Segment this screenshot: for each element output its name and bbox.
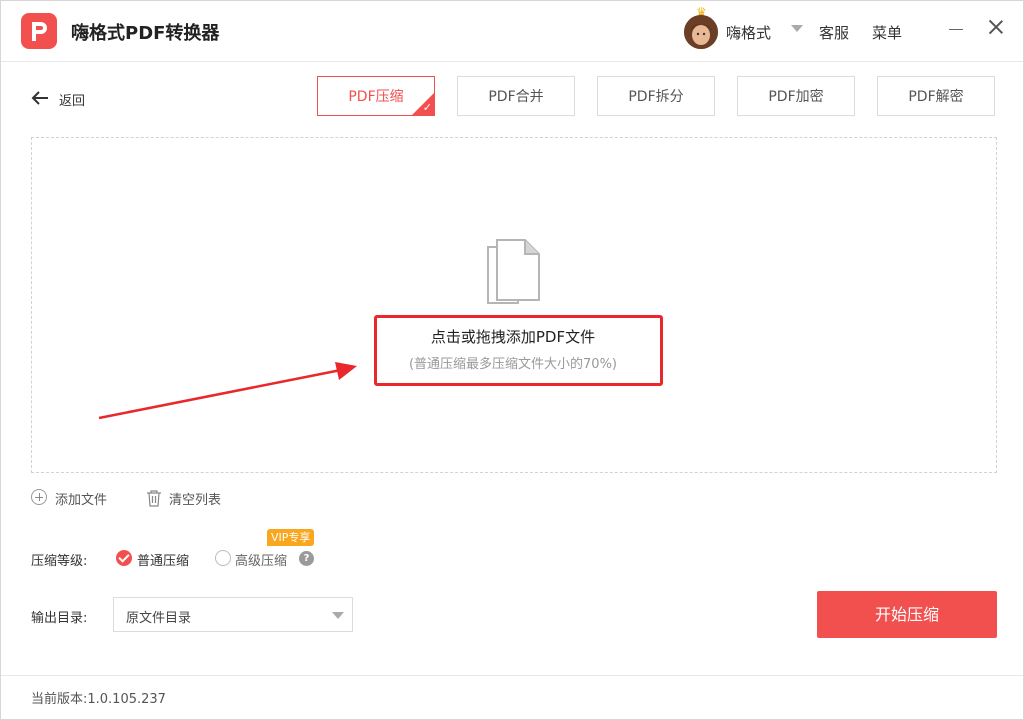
start-compress-button[interactable]: 开始压缩 — [817, 591, 997, 638]
title-bar: 嗨格式PDF转换器 ♛ 嗨格式 客服 菜单 — [1, 1, 1023, 62]
vip-badge: VIP专享 — [267, 529, 315, 546]
document-icon — [487, 239, 540, 304]
close-icon[interactable] — [987, 18, 1005, 36]
tab-pdf-compress[interactable]: PDF压缩 ✓ — [317, 76, 435, 116]
back-label: 返回 — [59, 94, 86, 109]
advanced-compression-radio[interactable] — [215, 550, 231, 566]
normal-compression-radio[interactable] — [116, 550, 132, 566]
chevron-down-icon — [332, 612, 344, 619]
tab-pdf-encrypt[interactable]: PDF加密 — [737, 76, 855, 116]
version-text: 当前版本:1.0.105.237 — [31, 692, 166, 707]
output-directory-select[interactable]: 原文件目录 — [113, 597, 353, 632]
tab-label: PDF合并 — [488, 89, 544, 105]
check-icon: ✓ — [422, 101, 432, 114]
customer-service-link[interactable]: 客服 — [819, 22, 849, 43]
avatar[interactable] — [684, 15, 718, 49]
clear-list-label: 清空列表 — [169, 493, 222, 508]
minimize-icon[interactable] — [949, 29, 963, 30]
tab-pdf-decrypt[interactable]: PDF解密 — [877, 76, 995, 116]
trash-icon — [147, 490, 161, 507]
app-window: 嗨格式PDF转换器 ♛ 嗨格式 客服 菜单 返回 PDF压缩 ✓ PDF合并 P… — [0, 0, 1024, 720]
user-dropdown-icon[interactable] — [791, 25, 803, 32]
output-directory-label: 输出目录: — [31, 611, 88, 626]
advanced-compression-label[interactable]: 高级压缩 — [235, 550, 287, 569]
drop-prompt-title[interactable]: 点击或拖拽添加PDF文件 — [1, 326, 1024, 347]
compression-level-label: 压缩等级: — [31, 554, 88, 569]
tab-label: PDF压缩 — [348, 89, 404, 105]
app-logo-icon — [21, 13, 57, 49]
plus-circle-icon — [31, 489, 47, 505]
arrow-left-icon — [31, 91, 48, 105]
tab-label: PDF解密 — [908, 89, 964, 105]
tab-pdf-split[interactable]: PDF拆分 — [597, 76, 715, 116]
annotation-arrow-icon — [98, 362, 357, 420]
output-directory-value: 原文件目录 — [126, 611, 192, 626]
menu-button[interactable]: 菜单 — [872, 22, 902, 43]
normal-compression-label[interactable]: 普通压缩 — [137, 550, 189, 569]
add-file-label: 添加文件 — [55, 493, 108, 508]
help-icon[interactable]: ? — [299, 551, 314, 566]
tab-label: PDF加密 — [768, 89, 824, 105]
tab-label: PDF拆分 — [628, 89, 684, 105]
tab-pdf-merge[interactable]: PDF合并 — [457, 76, 575, 116]
username[interactable]: 嗨格式 — [726, 22, 771, 43]
app-title: 嗨格式PDF转换器 — [71, 23, 220, 44]
footer-divider — [1, 675, 1023, 676]
